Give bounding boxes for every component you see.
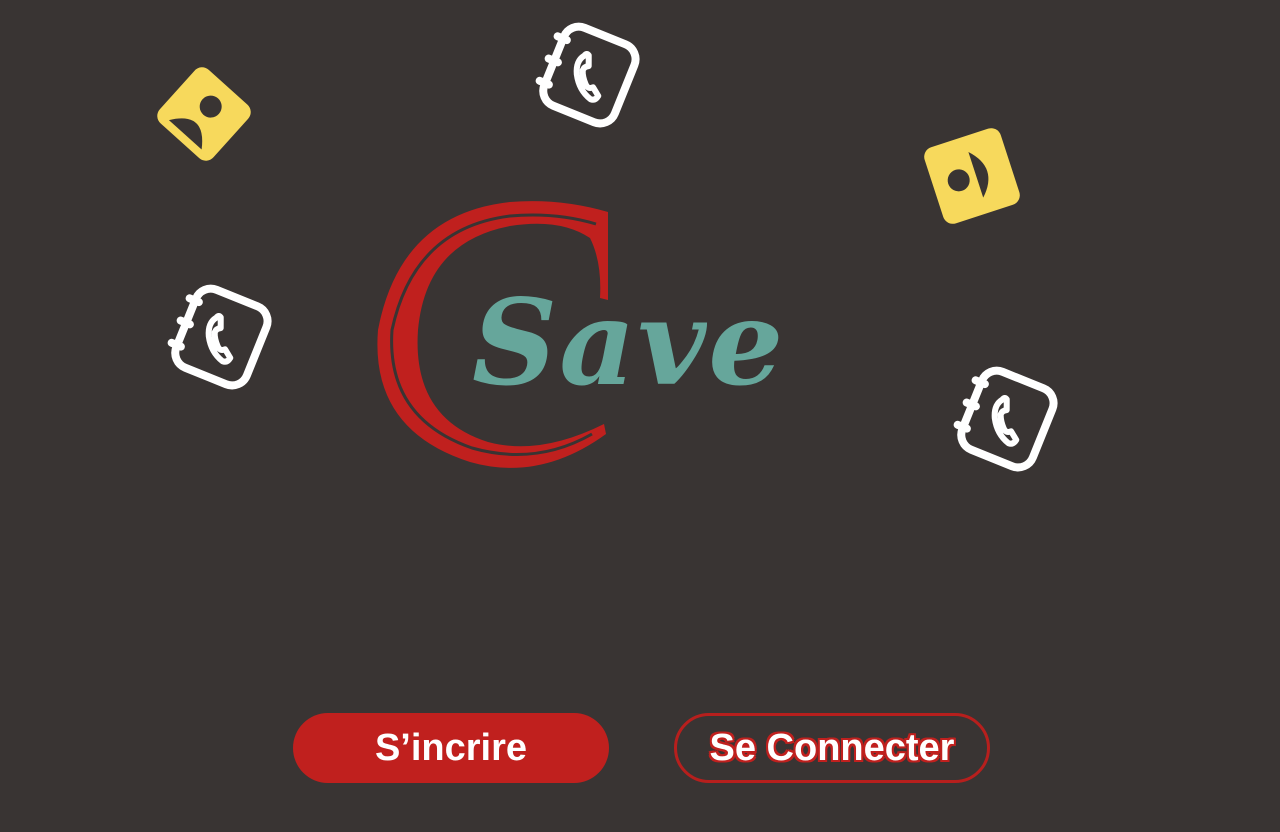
signup-button-label: S’incrire xyxy=(374,726,528,769)
welcome-screen: Save S’incrire Se Connecter xyxy=(0,0,1280,832)
phone-book-icon xyxy=(953,366,1058,472)
contact-card-icon xyxy=(157,67,251,161)
login-button-label: Se Connecter xyxy=(709,726,955,769)
login-button[interactable]: Se Connecter xyxy=(674,713,990,783)
phone-book-icon xyxy=(535,22,640,128)
contact-card-icon xyxy=(924,128,1020,224)
signup-button[interactable]: S’incrire xyxy=(293,713,609,783)
logo-word: Save xyxy=(472,273,786,412)
phone-book-icon xyxy=(167,284,272,390)
app-logo: Save xyxy=(360,190,860,480)
